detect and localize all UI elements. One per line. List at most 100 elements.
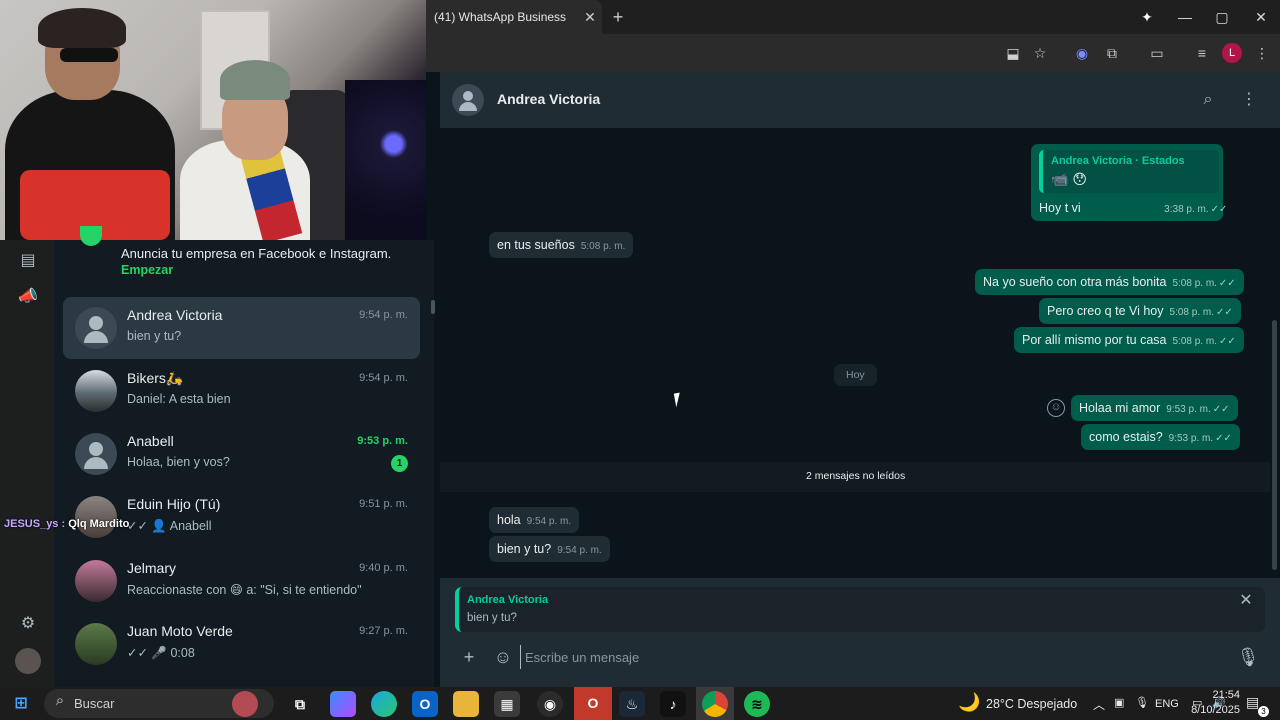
settings-gear-icon[interactable]: ⚙ [15, 611, 41, 637]
message-in[interactable]: bien y tu? 9:54 p. m. [489, 536, 610, 562]
message-out[interactable]: Holaa mi amor 9:53 p. m. ✓✓ [1071, 395, 1238, 421]
search-icon[interactable]: ⌕ [1196, 88, 1220, 112]
chat-row-juan-moto-verde[interactable]: Juan Moto Verde ✓✓ 🎤 0:08 9:27 p. m. [63, 613, 420, 675]
obs-icon[interactable]: ◉ [537, 691, 563, 717]
message-time: 5:08 p. m. [1172, 278, 1217, 289]
task-view-icon[interactable]: ⧉ [287, 691, 313, 717]
message-time: 9:53 p. m. [1166, 404, 1211, 415]
group-avatar [75, 370, 117, 412]
sticker-emoji-icon[interactable]: ☺ [491, 645, 515, 669]
message-out-status-reply[interactable]: Andrea Victoria · Estados 📹 😯 Hoy t vi 3… [1031, 144, 1227, 221]
promo-cta-link[interactable]: Empezar [121, 262, 421, 279]
chat-name: Eduin Hijo (Tú) [127, 496, 221, 512]
message-input[interactable] [520, 645, 1220, 669]
chat-row-bikers[interactable]: Bikers🛵 Daniel: A esta bien 9:54 p. m. [63, 360, 420, 422]
megaphone-icon[interactable]: 📣 [15, 284, 41, 310]
message-scrollbar[interactable] [1272, 320, 1277, 570]
spotify-icon[interactable]: ≋ [744, 691, 770, 717]
message-text: en tus sueños [497, 238, 575, 252]
clock-date[interactable]: 8/10/2025 [1184, 704, 1240, 716]
message-out[interactable]: Na yo sueño con otra más bonita 5:08 p. m… [975, 269, 1244, 295]
edge-icon[interactable] [371, 691, 397, 717]
weather-moon-icon[interactable]: 🌙 [958, 692, 980, 713]
tray-app-icon[interactable]: ▣ [1114, 696, 1124, 709]
browser-menu-icon[interactable]: ⋮ [1250, 41, 1274, 65]
user-avatar[interactable] [15, 648, 41, 674]
bookmark-star-icon[interactable]: ☆ [1028, 41, 1052, 65]
message-in[interactable]: en tus sueños 5:08 p. m. [489, 232, 634, 258]
webcam-overlay [0, 0, 426, 240]
message-text: bien y tu? [497, 542, 552, 556]
notification-count: 3 [1258, 706, 1269, 717]
contact-avatar [75, 560, 117, 602]
message-text: como estais? [1089, 430, 1163, 444]
status-quote[interactable]: Andrea Victoria · Estados 📹 😯 [1039, 150, 1219, 193]
minimize-button[interactable]: — [1166, 0, 1204, 34]
message-out[interactable]: Pero creo q te Vi hoy 5:08 p. m. ✓✓ [1039, 298, 1241, 324]
profile-avatar[interactable]: L [1222, 43, 1242, 63]
extension-icon[interactable]: ◉ [1070, 41, 1094, 65]
tiktok-icon[interactable]: ♪ [660, 691, 686, 717]
chat-name: Andrea Victoria [127, 307, 223, 323]
windows-start-icon[interactable]: ⊞ [8, 691, 34, 717]
media-controls-icon[interactable]: ≡ [1190, 41, 1214, 65]
chat-preview: ✓✓ 🎤 0:08 [127, 646, 195, 660]
tray-chevron-icon[interactable]: ︿ [1093, 696, 1105, 713]
file-explorer-icon[interactable] [453, 691, 479, 717]
opera-icon[interactable]: O [574, 687, 612, 720]
tab-title: (41) WhatsApp Business [434, 10, 567, 24]
react-emoji-icon[interactable]: ☺ [1047, 399, 1065, 417]
read-ticks-icon: ✓✓ [1218, 278, 1236, 289]
message-text: Holaa mi amor [1079, 401, 1161, 415]
window-close-button[interactable]: ✕ [1242, 0, 1280, 34]
promo-banner[interactable]: Anuncia tu empresa en Facebook e Instagr… [121, 245, 421, 279]
unread-divider-text: 2 mensajes no leídos [806, 470, 906, 482]
contact-default-avatar[interactable] [452, 84, 484, 116]
sparkle-icon[interactable]: ✦ [1128, 0, 1166, 34]
chat-row-andrea-victoria[interactable]: Andrea Victoria bien y tu? 9:54 p. m. [63, 297, 420, 359]
store-icon[interactable]: ▤ [15, 248, 41, 274]
install-app-icon[interactable]: ⬓ [1001, 41, 1025, 65]
attach-plus-icon[interactable]: + [457, 645, 481, 669]
contact-avatar [75, 496, 117, 538]
new-tab-button[interactable]: + [606, 5, 630, 29]
maximize-button[interactable]: ▢ [1203, 0, 1241, 34]
chatlist-scrollbar[interactable] [431, 300, 435, 314]
browser-tab[interactable]: (41) WhatsApp Business ✕ [426, 0, 602, 34]
message-time: 5:08 p. m. [1172, 336, 1217, 347]
message-time: 3:38 p. m. [1164, 204, 1209, 215]
store-icon[interactable]: ▦ [494, 691, 520, 717]
tab-close-icon[interactable]: ✕ [578, 9, 602, 26]
close-reply-icon[interactable]: ✕ [1236, 591, 1256, 611]
overlay-message: Qlq Mardito [68, 518, 130, 530]
chat-row-jelmary[interactable]: Jelmary Reaccionaste con 😄 a: "Si, si te… [63, 550, 420, 612]
cast-icon[interactable]: ▭ [1145, 41, 1169, 65]
message-text: Pero creo q te Vi hoy [1047, 304, 1164, 318]
overlay-user: JESUS_ys [4, 518, 59, 530]
taskbar-search-label: Buscar [74, 696, 115, 711]
puzzle-extensions-icon[interactable]: ⧉ [1100, 41, 1124, 65]
steam-icon[interactable]: ♨ [619, 691, 645, 717]
chat-row-anabell[interactable]: Anabell Holaa, bien y vos? 9:53 p. m. 1 [63, 423, 420, 485]
reply-preview [455, 587, 1265, 632]
chat-time: 9:54 p. m. [359, 372, 408, 384]
message-out[interactable]: Por allí mismo por tu casa 5:08 p. m. ✓✓ [1014, 327, 1244, 353]
microphone-icon[interactable]: 🎙 [1236, 645, 1260, 669]
chat-menu-icon[interactable]: ⋮ [1237, 88, 1261, 112]
weather-text[interactable]: 28°C Despejado [986, 697, 1077, 711]
clock-time[interactable]: 21:54 [1196, 689, 1240, 701]
tray-mic-icon[interactable]: 🎙 [1135, 696, 1149, 709]
reply-author: Andrea Victoria [467, 594, 549, 606]
contact-name[interactable]: Andrea Victoria [497, 91, 600, 107]
outlook-icon[interactable]: O [412, 691, 438, 717]
message-time: 5:08 p. m. [580, 241, 626, 252]
message-out[interactable]: como estais? 9:53 p. m. ✓✓ [1081, 424, 1240, 450]
chat-time: 9:54 p. m. [359, 309, 408, 321]
chat-row-eduin-hijo[interactable]: Eduin Hijo (Tú) ✓✓ 👤 Anabell 9:51 p. m. [63, 486, 420, 548]
copilot-icon[interactable] [330, 691, 356, 717]
language-indicator[interactable]: ENG [1155, 698, 1179, 710]
search-highlight-icon [232, 691, 258, 717]
message-time: 5:08 p. m. [1169, 307, 1214, 318]
notification-icon[interactable]: ▤ [1246, 694, 1259, 711]
message-in[interactable]: hola 9:54 p. m. [489, 507, 580, 533]
